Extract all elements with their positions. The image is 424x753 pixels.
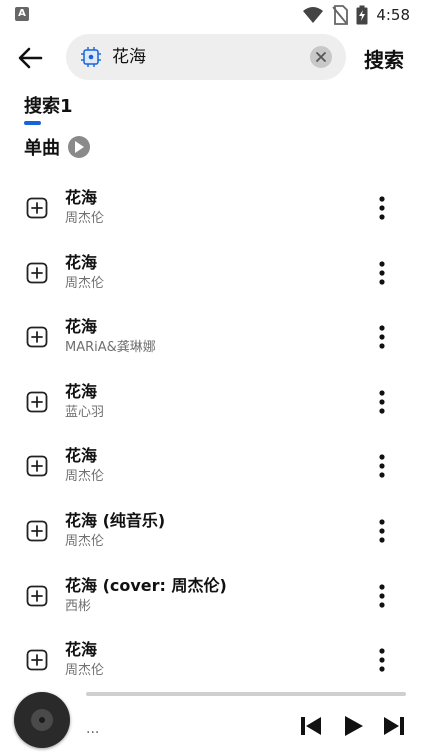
song-row[interactable]: 花海 MARiA&龚琳娜 (0, 307, 424, 367)
song-row[interactable]: 花海 (纯音乐) 周杰伦 (0, 501, 424, 561)
mini-player[interactable]: ... (0, 686, 424, 753)
song-artist: 蓝心羽 (65, 405, 105, 420)
song-row[interactable]: 花海 周杰伦 (0, 436, 424, 496)
song-title: 花海 (65, 640, 98, 659)
more-options-icon[interactable] (370, 646, 394, 674)
more-options-icon[interactable] (370, 452, 394, 480)
previous-track-icon[interactable] (298, 713, 324, 739)
back-arrow-icon[interactable] (14, 42, 46, 74)
song-title: 花海 (65, 446, 98, 465)
next-track-icon[interactable] (381, 713, 407, 739)
song-artist: MARiA&龚琳娜 (65, 340, 156, 355)
song-title: 花海 (65, 188, 98, 207)
clear-search-icon[interactable] (310, 46, 332, 68)
add-to-playlist-icon[interactable] (26, 649, 48, 671)
status-bar: A 4:58 (0, 0, 424, 30)
disc-hole (39, 717, 45, 723)
more-options-icon[interactable] (370, 323, 394, 351)
wifi-icon (303, 7, 324, 23)
song-artist: 周杰伦 (65, 276, 105, 291)
song-artist: 周杰伦 (65, 534, 105, 549)
album-disc[interactable] (14, 692, 70, 748)
song-artist: 西彬 (65, 599, 92, 614)
clock: 4:58 (376, 6, 410, 24)
progress-bar[interactable] (86, 692, 406, 696)
more-options-icon[interactable] (370, 388, 394, 416)
search-button[interactable]: 搜索 (364, 44, 404, 73)
play-icon[interactable] (340, 713, 366, 739)
battery-charging-icon (356, 5, 368, 25)
add-to-playlist-icon[interactable] (26, 326, 48, 348)
song-title: 花海 (65, 317, 98, 336)
tab-indicator (24, 121, 41, 125)
song-artist: 周杰伦 (65, 469, 105, 484)
song-artist: 周杰伦 (65, 663, 105, 678)
search-bar: 花海 搜索 (0, 34, 424, 82)
status-icons: 4:58 (302, 4, 410, 26)
no-sim-icon (332, 5, 349, 25)
add-to-playlist-icon[interactable] (26, 262, 48, 284)
song-title: 花海 (65, 253, 98, 272)
more-options-icon[interactable] (370, 194, 394, 222)
song-row[interactable]: 花海 蓝心羽 (0, 372, 424, 432)
more-options-icon[interactable] (370, 517, 394, 545)
song-row[interactable]: 花海 (cover: 周杰伦) 西彬 (0, 566, 424, 626)
add-to-playlist-icon[interactable] (26, 455, 48, 477)
add-to-playlist-icon[interactable] (26, 520, 48, 542)
search-input[interactable]: 花海 (66, 34, 346, 80)
tab-search-1[interactable]: 搜索1 (24, 92, 73, 118)
app-notification-icon: A (15, 7, 29, 21)
song-row[interactable]: 花海 周杰伦 (0, 243, 424, 303)
song-artist: 周杰伦 (65, 211, 105, 226)
play-all-icon[interactable] (68, 136, 90, 158)
ai-chip-icon (81, 47, 101, 67)
now-playing-text: ... (86, 721, 100, 737)
add-to-playlist-icon[interactable] (26, 585, 48, 607)
song-title: 花海 (65, 382, 98, 401)
add-to-playlist-icon[interactable] (26, 197, 48, 219)
song-title: 花海 (cover: 周杰伦) (65, 576, 227, 595)
song-row[interactable]: 花海 周杰伦 (0, 178, 424, 238)
more-options-icon[interactable] (370, 582, 394, 610)
more-options-icon[interactable] (370, 259, 394, 287)
section-title: 单曲 (24, 138, 60, 159)
search-query-text[interactable]: 花海 (112, 46, 146, 68)
add-to-playlist-icon[interactable] (26, 391, 48, 413)
song-title: 花海 (纯音乐) (65, 511, 166, 530)
song-row[interactable]: 花海 周杰伦 (0, 630, 424, 690)
section-header-songs: 单曲 (24, 134, 90, 160)
